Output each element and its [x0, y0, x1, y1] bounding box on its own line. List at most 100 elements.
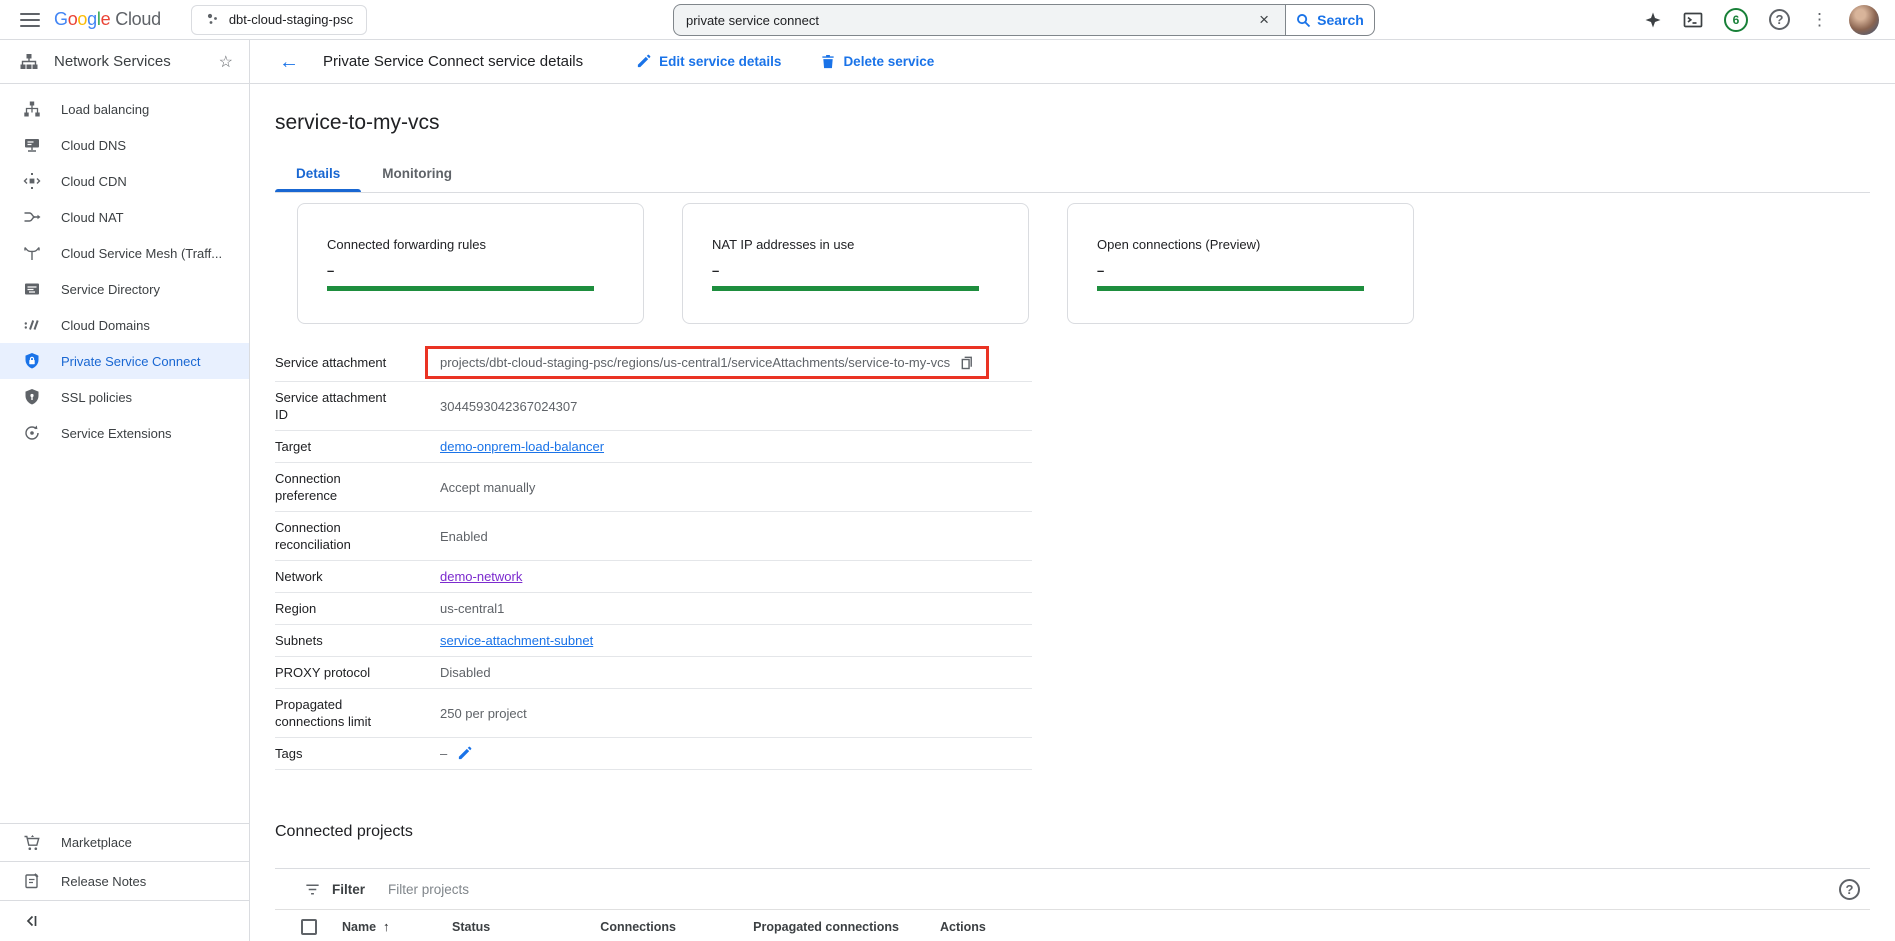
- column-header-actions: Actions: [899, 920, 1870, 934]
- table-help-icon[interactable]: ?: [1839, 879, 1860, 900]
- copy-icon[interactable]: [960, 355, 974, 370]
- sidebar-item-cloud-dns[interactable]: Cloud DNS: [0, 127, 249, 163]
- select-all-checkbox[interactable]: [301, 919, 317, 935]
- connected-projects-toolbar: Filter Filter projects ?: [275, 868, 1870, 909]
- back-arrow-icon[interactable]: ←: [279, 52, 299, 72]
- release-notes-icon: [23, 872, 41, 890]
- collapse-sidebar-button[interactable]: [0, 901, 249, 941]
- google-cloud-logo[interactable]: Google Cloud: [54, 9, 161, 30]
- more-glyph: ⋮: [1811, 10, 1828, 30]
- help-glyph: ?: [1846, 882, 1854, 897]
- topbar: Google Cloud dbt-cloud-staging-psc × Sea…: [0, 0, 1895, 40]
- sidebar-item-label: Cloud CDN: [61, 174, 127, 189]
- card-title: NAT IP addresses in use: [712, 237, 999, 252]
- notification-count: 6: [1733, 13, 1740, 27]
- menu-icon[interactable]: [20, 13, 40, 27]
- sidebar: Load balancing Cloud DNS Cloud CDN Cloud…: [0, 84, 250, 941]
- sidebar-item-label: Load balancing: [61, 102, 149, 117]
- search-button[interactable]: Search: [1285, 4, 1375, 36]
- logo-letter: e: [101, 9, 111, 30]
- sidebar-item-label: Marketplace: [61, 835, 132, 850]
- detail-row-network: Network demo-network: [275, 561, 1032, 593]
- table-header-row: Name ↑ Status Connections Propagated con…: [275, 910, 1870, 941]
- sidebar-item-label: SSL policies: [61, 390, 132, 405]
- sidebar-item-label: Cloud Domains: [61, 318, 150, 333]
- sidebar-item-cloud-domains[interactable]: Cloud Domains: [0, 307, 249, 343]
- cloud-nat-icon: [23, 208, 41, 226]
- logo-letter: G: [54, 9, 68, 30]
- sort-ascending-icon[interactable]: ↑: [383, 919, 390, 934]
- card-title: Connected forwarding rules: [327, 237, 614, 252]
- network-link[interactable]: demo-network: [440, 568, 522, 585]
- filter-label[interactable]: Filter: [332, 882, 365, 897]
- detail-row-region: Region us-central1: [275, 593, 1032, 625]
- target-link[interactable]: demo-onprem-load-balancer: [440, 438, 604, 455]
- detail-label: Network: [275, 568, 440, 585]
- sidebar-item-label: Service Directory: [61, 282, 160, 297]
- column-header-propagated-connections[interactable]: Propagated connections: [676, 920, 899, 934]
- topbar-icons: 6 ? ⋮: [1644, 5, 1879, 35]
- help-icon[interactable]: ?: [1769, 9, 1790, 30]
- search-field[interactable]: ×: [673, 4, 1285, 36]
- sidebar-item-service-directory[interactable]: Service Directory: [0, 271, 249, 307]
- network-services-icon: [19, 52, 39, 72]
- tags-value: –: [440, 745, 447, 762]
- sidebar-item-cloud-nat[interactable]: Cloud NAT: [0, 199, 249, 235]
- sidebar-item-private-service-connect[interactable]: Private Service Connect: [0, 343, 249, 379]
- detail-value-cell: demo-onprem-load-balancer: [440, 438, 1032, 455]
- detail-row-target: Target demo-onprem-load-balancer: [275, 431, 1032, 463]
- logo-letter: o: [77, 9, 87, 30]
- notifications-badge[interactable]: 6: [1724, 8, 1748, 32]
- delete-service-button[interactable]: Delete service: [821, 54, 934, 69]
- cloud-shell-icon[interactable]: [1683, 11, 1703, 29]
- column-header-name[interactable]: Name: [342, 920, 376, 934]
- tab-monitoring[interactable]: Monitoring: [361, 158, 473, 192]
- sidebar-item-label: Release Notes: [61, 874, 146, 889]
- card-sparkline: [1097, 286, 1364, 291]
- sidebar-item-service-extensions[interactable]: Service Extensions: [0, 415, 249, 451]
- card-sparkline: [327, 286, 594, 291]
- detail-value: Accept manually: [440, 479, 1032, 496]
- edit-service-button[interactable]: Edit service details: [636, 54, 781, 69]
- detail-label: Connection preference: [275, 470, 440, 504]
- search-bar: × Search: [673, 4, 1375, 36]
- service-details-table: Service attachment projects/dbt-cloud-st…: [275, 344, 1032, 770]
- search-input[interactable]: [686, 13, 1255, 28]
- detail-value: us-central1: [440, 600, 1032, 617]
- sidebar-item-marketplace[interactable]: Marketplace: [0, 824, 249, 861]
- sidebar-item-cloud-cdn[interactable]: Cloud CDN: [0, 163, 249, 199]
- clear-search-icon[interactable]: ×: [1255, 10, 1273, 30]
- sidebar-item-load-balancing[interactable]: Load balancing: [0, 91, 249, 127]
- trash-icon: [821, 54, 835, 69]
- sidebar-item-release-notes[interactable]: Release Notes: [0, 862, 249, 900]
- gcp-console: Google Cloud dbt-cloud-staging-psc × Sea…: [0, 0, 1895, 941]
- service-attachment-highlight-box: projects/dbt-cloud-staging-psc/regions/u…: [425, 346, 989, 379]
- card-value: –: [1097, 263, 1384, 278]
- service-mesh-icon: [23, 244, 41, 262]
- load-balancing-icon: [23, 100, 41, 118]
- detail-row-service-attachment-id: Service attachment ID 304459304236702430…: [275, 382, 1032, 431]
- gemini-icon[interactable]: [1644, 11, 1662, 29]
- ssl-policies-icon: [23, 388, 41, 406]
- tab-details[interactable]: Details: [275, 158, 361, 192]
- avatar[interactable]: [1849, 5, 1879, 35]
- project-name: dbt-cloud-staging-psc: [229, 12, 353, 27]
- filter-projects-input[interactable]: Filter projects: [388, 882, 1839, 897]
- sidebar-item-cloud-service-mesh[interactable]: Cloud Service Mesh (Traff...: [0, 235, 249, 271]
- column-header-connections[interactable]: Connections: [571, 920, 676, 934]
- card-value: –: [327, 263, 614, 278]
- logo-letter: g: [87, 9, 97, 30]
- collapse-sidebar-icon: [24, 913, 40, 929]
- detail-label: Region: [275, 600, 440, 617]
- detail-value-cell: service-attachment-subnet: [440, 632, 1032, 649]
- project-selector[interactable]: dbt-cloud-staging-psc: [191, 5, 367, 35]
- logo-cloud-text: Cloud: [115, 9, 161, 30]
- more-options-icon[interactable]: ⋮: [1811, 10, 1828, 30]
- detail-label: Subnets: [275, 632, 440, 649]
- favorite-star-icon[interactable]: ☆: [219, 52, 233, 72]
- sidebar-item-ssl-policies[interactable]: SSL policies: [0, 379, 249, 415]
- column-header-status[interactable]: Status: [447, 920, 571, 934]
- subnet-link[interactable]: service-attachment-subnet: [440, 632, 593, 649]
- detail-row-subnets: Subnets service-attachment-subnet: [275, 625, 1032, 657]
- edit-tags-icon[interactable]: [457, 746, 472, 761]
